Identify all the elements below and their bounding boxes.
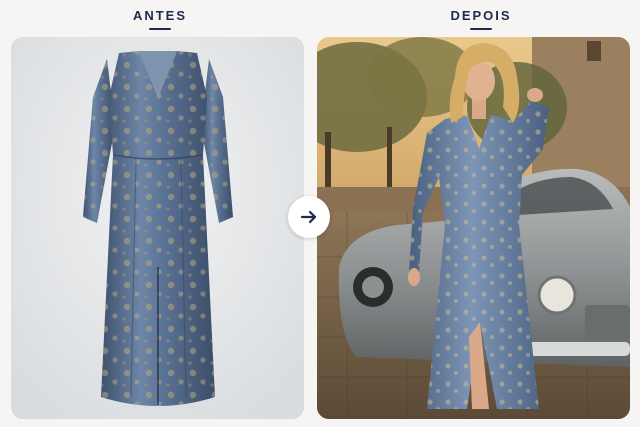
- arrow-right-icon: [300, 210, 317, 224]
- before-label-wrap: ANTES: [120, 8, 200, 30]
- before-label: ANTES: [132, 8, 188, 23]
- after-image: [317, 37, 630, 419]
- before-image: [11, 37, 304, 419]
- before-label-underline: [149, 28, 171, 30]
- after-label-wrap: DEPOIS: [436, 8, 526, 30]
- after-label-underline: [470, 28, 492, 30]
- dress-product-illustration: [11, 37, 304, 419]
- model-with-car-illustration: [317, 37, 630, 419]
- compare-arrow-button[interactable]: [288, 196, 330, 238]
- after-label: DEPOIS: [450, 8, 512, 23]
